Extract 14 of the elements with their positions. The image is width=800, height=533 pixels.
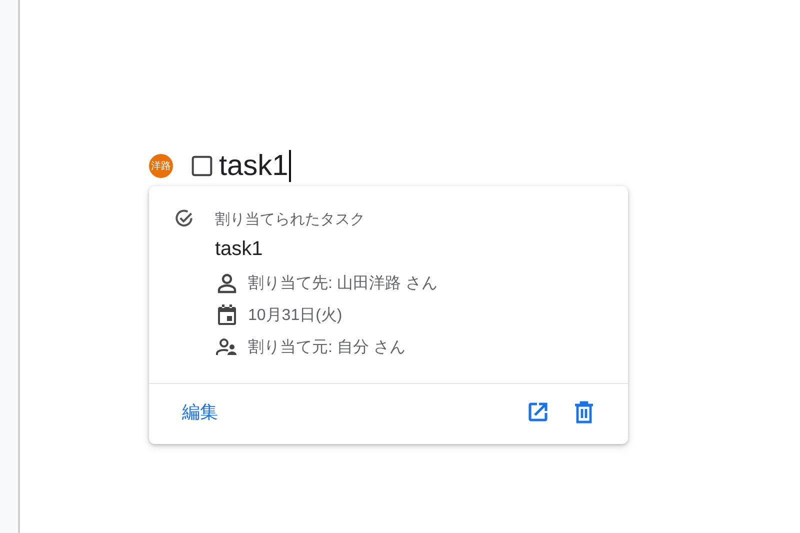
card-header: 割り当てられたタスク xyxy=(215,210,365,228)
calendar-icon xyxy=(215,303,239,327)
checkbox[interactable] xyxy=(191,155,213,177)
person-icon xyxy=(215,271,239,295)
task-title: task1 xyxy=(215,238,264,261)
detail-text: 割り当て先: 山田洋路 さん xyxy=(248,274,438,294)
delete-icon[interactable] xyxy=(572,400,596,424)
edit-link[interactable]: 編集 xyxy=(182,400,218,424)
open-external-icon[interactable] xyxy=(526,400,550,424)
text-cursor xyxy=(289,150,292,182)
task-text[interactable]: task1 xyxy=(219,150,288,182)
user-avatar: 洋路 xyxy=(149,154,173,178)
detail-text: 10月31日(火) xyxy=(248,306,342,326)
detail-text: 割り当て元: 自分 さん xyxy=(248,338,406,358)
